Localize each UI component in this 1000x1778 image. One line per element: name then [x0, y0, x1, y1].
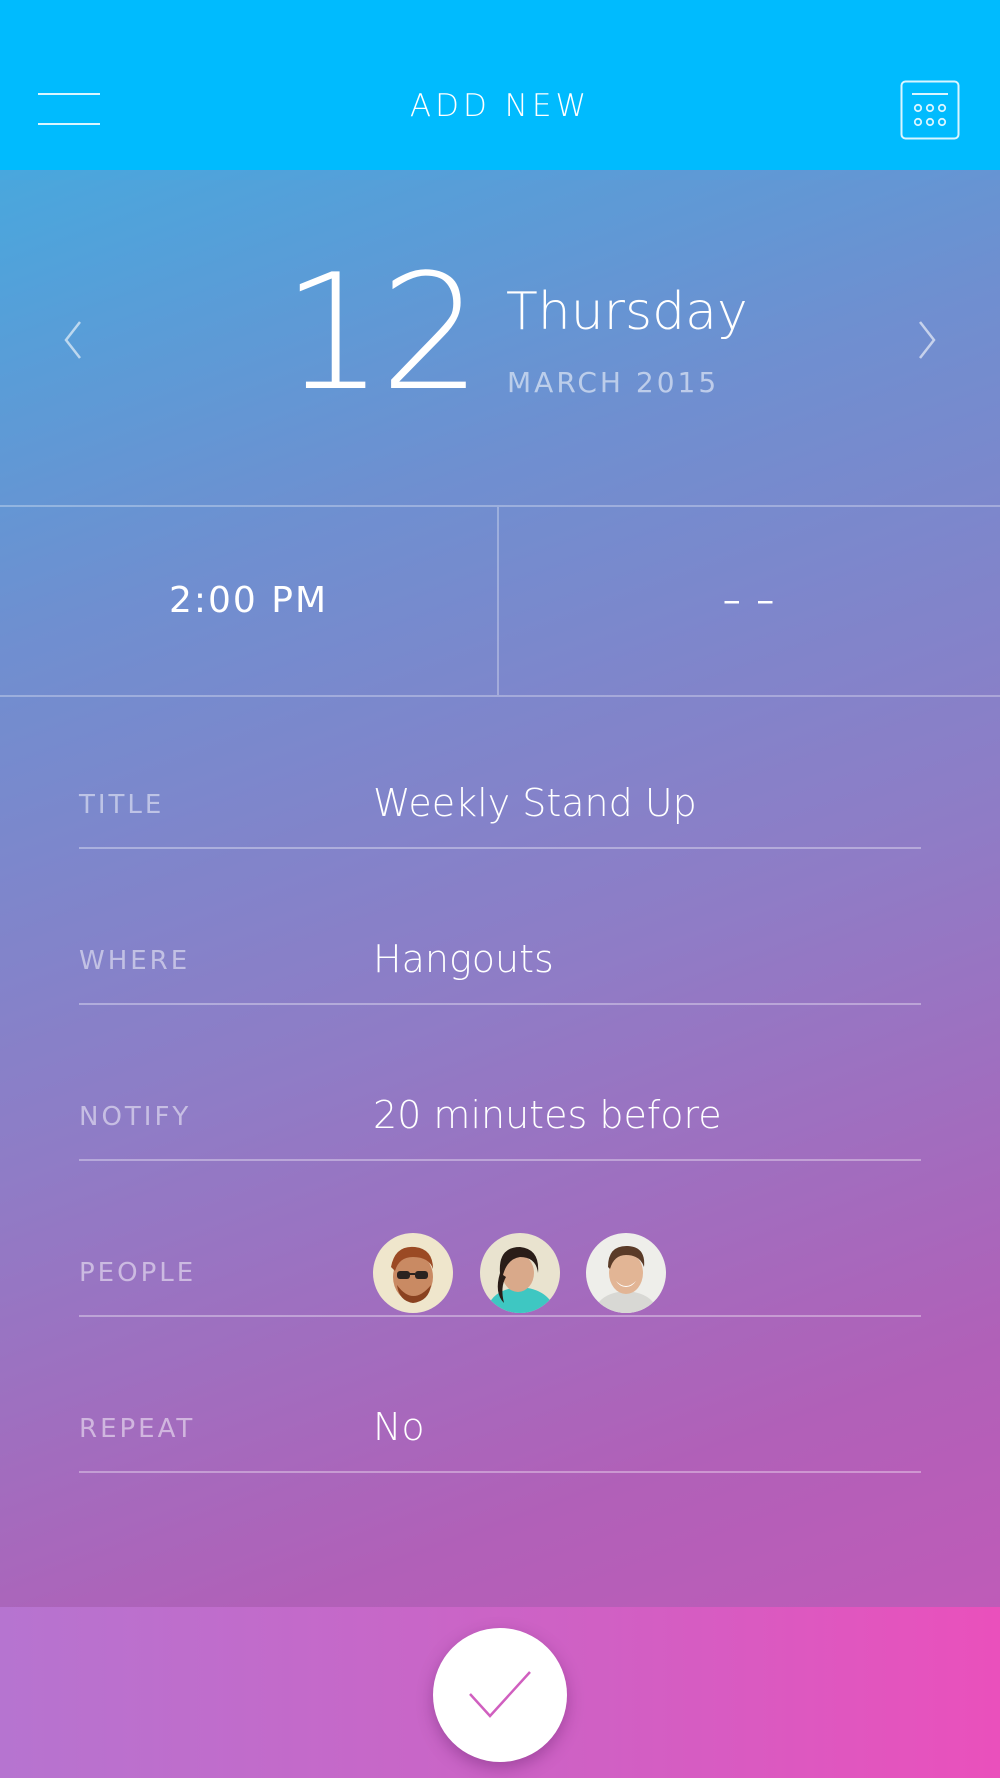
where-value[interactable]: Hangouts: [373, 937, 554, 981]
chevron-right-icon[interactable]: [908, 316, 944, 364]
month-year-label: MARCH 2015: [507, 366, 720, 399]
event-form: TITLE Weekly Stand Up WHERE Hangouts NOT…: [79, 693, 921, 1473]
notify-field: NOTIFY 20 minutes before: [79, 1005, 921, 1161]
date-section: [0, 170, 1000, 505]
person-2-avatar[interactable]: [480, 1233, 560, 1313]
where-field: WHERE Hangouts: [79, 849, 921, 1005]
repeat-value[interactable]: No: [373, 1405, 425, 1449]
top-bar: ADD NEW: [0, 0, 1000, 170]
confirm-button[interactable]: [433, 1628, 567, 1762]
person-1-avatar[interactable]: [373, 1233, 453, 1313]
start-time[interactable]: 2:00 PM: [0, 507, 497, 695]
end-time[interactable]: – –: [499, 507, 1000, 695]
people-label: PEOPLE: [79, 1258, 197, 1288]
title-label: TITLE: [79, 790, 165, 820]
repeat-label: REPEAT: [79, 1414, 196, 1444]
notify-value[interactable]: 20 minutes before: [373, 1093, 722, 1137]
repeat-field: REPEAT No: [79, 1317, 921, 1473]
chevron-left-icon[interactable]: [56, 316, 92, 364]
title-value[interactable]: Weekly Stand Up: [373, 781, 697, 825]
calendar-grid-icon[interactable]: [900, 80, 960, 140]
checkmark-icon: [469, 1671, 531, 1718]
title-field: TITLE Weekly Stand Up: [79, 693, 921, 849]
weekday-label: Thursday: [506, 282, 748, 342]
people-field: PEOPLE: [79, 1161, 921, 1317]
page-title: ADD NEW: [409, 88, 591, 124]
time-row: 2:00 PM – –: [0, 505, 1000, 697]
where-label: WHERE: [79, 946, 191, 976]
notify-label: NOTIFY: [79, 1102, 192, 1132]
person-3-avatar[interactable]: [586, 1233, 666, 1313]
day-number: 12: [282, 239, 482, 426]
